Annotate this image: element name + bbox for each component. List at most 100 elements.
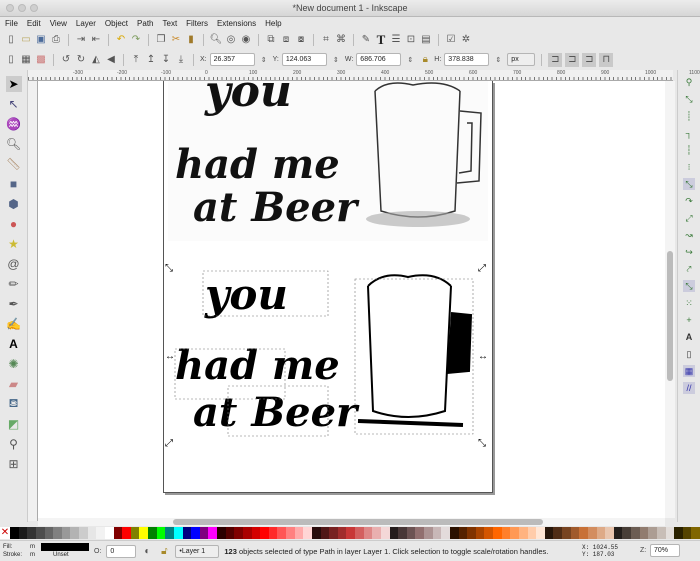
color-swatch[interactable] — [130, 527, 140, 539]
vertical-ruler[interactable] — [28, 81, 38, 521]
color-swatch[interactable] — [173, 527, 183, 539]
cut-icon[interactable]: ✂ — [170, 34, 182, 46]
snap-midpoints-icon[interactable]: ⤤ — [683, 263, 695, 275]
color-swatch[interactable] — [596, 527, 606, 539]
color-swatch[interactable] — [691, 527, 700, 539]
lock-ratio-icon[interactable]: 🔒︎ — [419, 54, 431, 66]
color-swatch[interactable] — [208, 527, 217, 539]
h-spinner-icon[interactable]: ⇕ — [492, 54, 504, 66]
unlink-clone-icon[interactable]: ⧇ — [295, 34, 307, 46]
redo-icon[interactable]: ↷ — [130, 34, 142, 46]
color-swatch[interactable] — [217, 527, 226, 539]
snap-bbox-icon[interactable]: ⤡ — [683, 93, 695, 105]
layer-select[interactable]: •Layer 1 — [175, 544, 220, 558]
color-swatch[interactable] — [484, 527, 493, 539]
text-tool-icon[interactable]: A — [6, 336, 22, 352]
select-all-icon[interactable]: ▯ — [5, 54, 17, 66]
close-button[interactable] — [6, 4, 14, 12]
color-swatch[interactable] — [53, 527, 62, 539]
group-icon[interactable]: ⌗ — [320, 34, 332, 46]
color-swatch[interactable] — [553, 527, 562, 539]
color-swatch[interactable] — [510, 527, 519, 539]
h-input[interactable]: 378.838 — [444, 53, 490, 66]
x-spinner-icon[interactable]: ⇕ — [258, 54, 270, 66]
minimize-button[interactable] — [18, 4, 26, 12]
color-swatch[interactable] — [398, 527, 407, 539]
pencil-tool-icon[interactable]: ✏ — [6, 276, 22, 292]
color-palette[interactable]: ✕ — [0, 527, 700, 539]
x-input[interactable]: 26.357 — [209, 53, 255, 66]
eraser-tool-icon[interactable]: ▰ — [6, 376, 22, 392]
color-swatch[interactable] — [527, 527, 537, 539]
gradient-tool-icon[interactable]: ◩ — [6, 416, 22, 432]
align-distribute-icon[interactable]: ▤ — [420, 34, 432, 46]
color-swatch[interactable] — [329, 527, 338, 539]
lower-to-bottom-icon[interactable]: ⤓ — [175, 54, 187, 66]
y-input[interactable]: 124.063 — [281, 53, 327, 66]
snap-guides-icon[interactable]: // — [683, 382, 695, 394]
color-swatch[interactable] — [518, 527, 528, 539]
transform-gradients-icon[interactable]: ⊐ — [582, 52, 597, 67]
color-swatch[interactable] — [682, 527, 692, 539]
menu-edit[interactable]: Edit — [27, 17, 41, 31]
connector-tool-icon[interactable]: ⊞ — [6, 456, 22, 472]
color-swatch[interactable] — [277, 527, 286, 539]
scale-corners-icon[interactable]: ⊐ — [565, 52, 580, 67]
layers-icon[interactable]: ☰ — [390, 34, 402, 46]
open-icon[interactable]: ▭ — [20, 34, 32, 46]
color-swatch[interactable] — [96, 527, 105, 539]
3d-box-tool-icon[interactable]: ⬢ — [6, 196, 22, 212]
menu-object[interactable]: Object — [105, 17, 128, 31]
raise-to-top-icon[interactable]: ⤒ — [130, 54, 142, 66]
color-swatch[interactable] — [562, 527, 571, 539]
color-swatch[interactable] — [441, 527, 450, 539]
rectangle-tool-icon[interactable]: ■ — [6, 176, 22, 192]
import-icon[interactable]: ⇥ — [75, 34, 87, 46]
raise-icon[interactable]: ↥ — [145, 54, 157, 66]
flip-horizontal-icon[interactable]: ◭ — [90, 54, 102, 66]
color-swatch[interactable] — [631, 527, 640, 539]
deselect-icon[interactable]: ▩ — [35, 54, 47, 66]
color-swatch[interactable] — [467, 527, 476, 539]
color-swatch[interactable] — [458, 527, 468, 539]
menu-file[interactable]: File — [5, 17, 18, 31]
zoom-drawing-icon[interactable]: ◎ — [225, 34, 237, 46]
snap-bbox-center-icon[interactable]: ⁝ — [683, 161, 695, 173]
export-icon[interactable]: ⇤ — [90, 34, 102, 46]
menu-filters[interactable]: Filters — [186, 17, 208, 31]
color-swatch[interactable] — [613, 527, 623, 539]
color-swatch[interactable] — [225, 527, 235, 539]
snap-smooth-icon[interactable]: ↪ — [683, 246, 695, 258]
menu-layer[interactable]: Layer — [76, 17, 96, 31]
w-input[interactable]: 686.706 — [356, 53, 402, 66]
w-spinner-icon[interactable]: ⇕ — [404, 54, 416, 66]
snap-cusp-icon[interactable]: ↝ — [683, 229, 695, 241]
save-icon[interactable]: ▣ — [35, 34, 47, 46]
snap-enable-icon[interactable]: ⚲ — [683, 76, 695, 88]
flip-vertical-icon[interactable]: ◀ — [105, 54, 117, 66]
menu-help[interactable]: Help — [265, 17, 281, 31]
select-all-layers-icon[interactable]: ▦ — [20, 54, 32, 66]
transform-patterns-icon[interactable]: ⊓ — [599, 52, 614, 67]
color-swatch[interactable] — [79, 527, 88, 539]
snap-grids-icon[interactable]: ▦ — [683, 365, 695, 377]
color-swatch[interactable] — [242, 527, 252, 539]
fill-stroke-icon[interactable]: ✎ — [360, 34, 372, 46]
color-swatch[interactable] — [294, 527, 304, 539]
zoom-selection-icon[interactable]: 🔍︎ — [210, 34, 223, 46]
snap-bbox-edges-icon[interactable]: ┊ — [683, 110, 695, 122]
print-icon[interactable]: ⎙ — [50, 34, 62, 46]
copy-icon[interactable]: ❐ — [155, 34, 167, 46]
color-swatch[interactable] — [674, 527, 683, 539]
snap-paths-icon[interactable]: ↷ — [683, 195, 695, 207]
color-swatch[interactable] — [61, 527, 71, 539]
color-swatch[interactable] — [432, 527, 442, 539]
color-swatch[interactable] — [493, 527, 502, 539]
snap-bbox-corners-icon[interactable]: ┐ — [683, 127, 695, 139]
color-swatch[interactable] — [372, 527, 381, 539]
snap-center-icon[interactable]: ⁙ — [683, 297, 695, 309]
duplicate-icon[interactable]: ⧉ — [265, 34, 277, 46]
traced-paths-selection[interactable]: you had me at Beer ⤡ ⤢ ↔ ↔ ⤢ ⤡ — [165, 263, 488, 449]
color-swatch[interactable] — [303, 527, 312, 539]
node-tool-icon[interactable]: ↖ — [6, 96, 22, 112]
